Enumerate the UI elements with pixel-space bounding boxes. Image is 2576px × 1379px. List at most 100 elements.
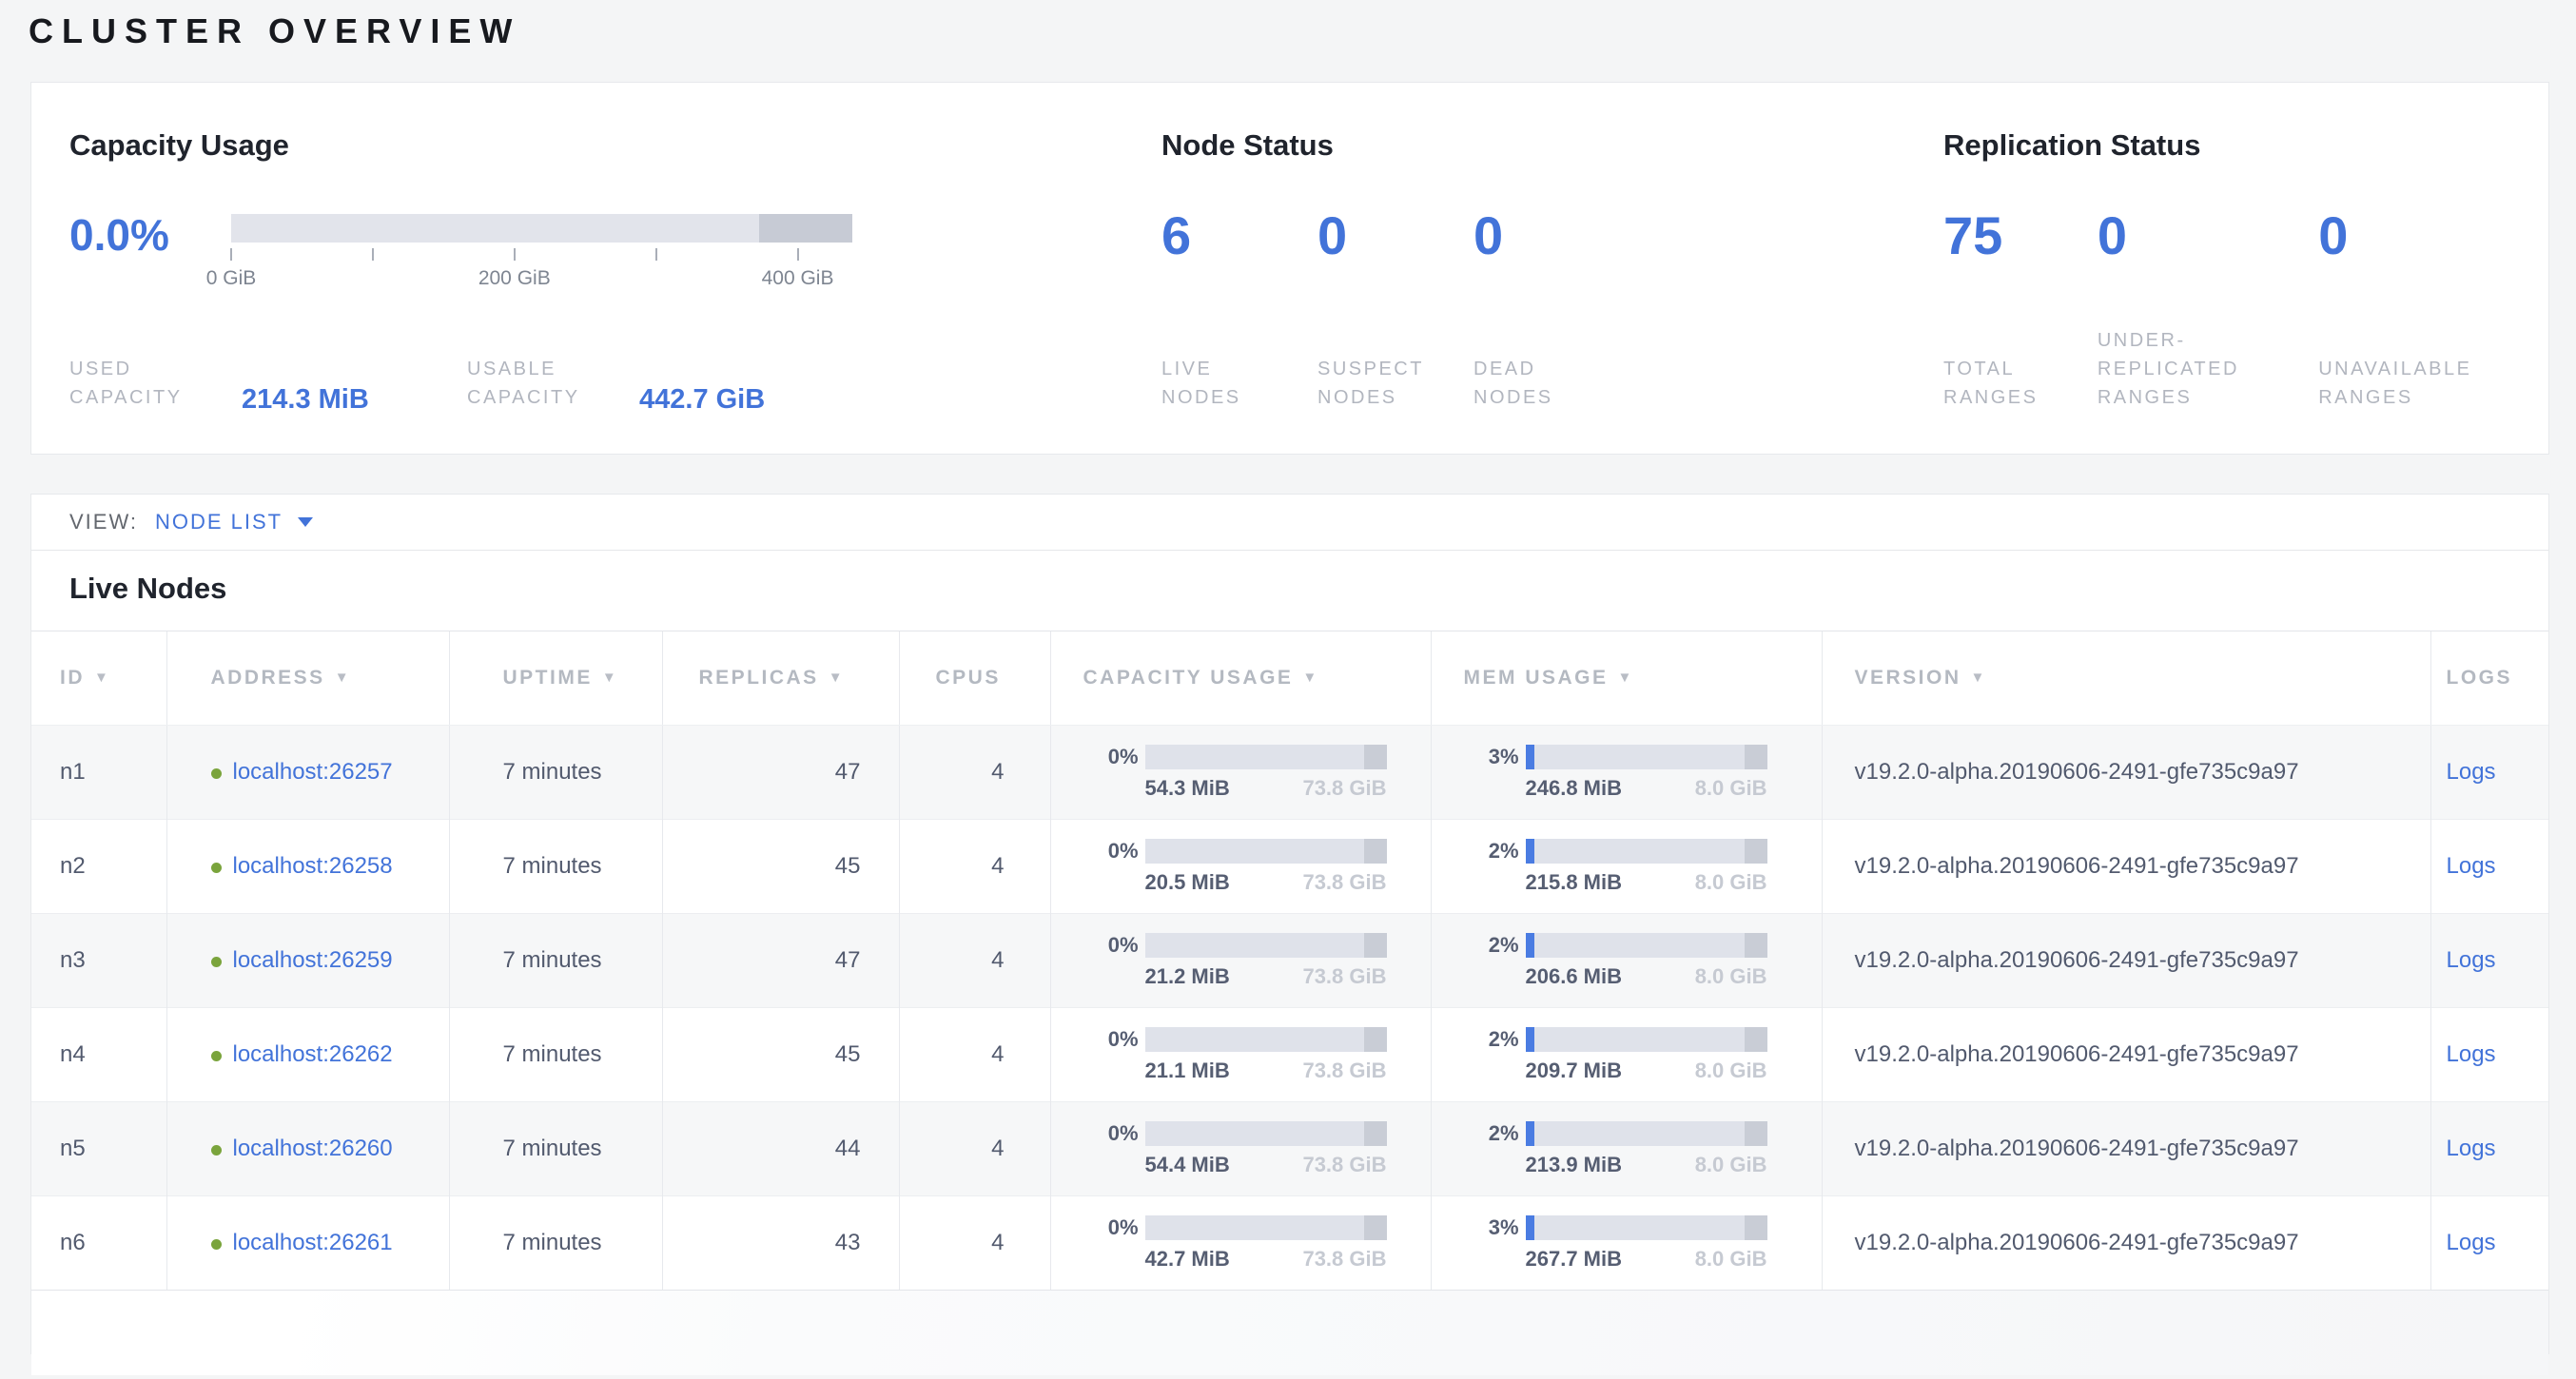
- column-header-replicas[interactable]: REPLICAS▼: [662, 631, 899, 726]
- usage-used-value: 42.7 MiB: [1145, 1247, 1230, 1272]
- summary-stat: 6 LIVE NODES: [1161, 165, 1317, 454]
- table-header-row: ID▼ ADDRESS▼ UPTIME▼ REPLICAS▼ CPUS CAPA…: [31, 631, 2548, 726]
- node-uptime: 7 minutes: [503, 1136, 602, 1161]
- usage-used-value: 267.7 MiB: [1526, 1247, 1623, 1272]
- column-header-label: LOGS: [2447, 667, 2513, 689]
- usage-percent: 3%: [1464, 1215, 1519, 1240]
- capacity-percent: 0.0%: [69, 210, 231, 305]
- usage-bar-dark-segment: [1364, 1215, 1387, 1240]
- capacity-bar: [231, 214, 852, 243]
- node-version: v19.2.0-alpha.20190606-2491-gfe735c9a97: [1855, 759, 2299, 785]
- node-uptime: 7 minutes: [503, 759, 602, 785]
- column-header-id[interactable]: ID▼: [31, 631, 166, 726]
- usage-total-value: 8.0 GiB: [1695, 870, 1767, 895]
- column-header-uptime[interactable]: UPTIME▼: [449, 631, 662, 726]
- column-header-version[interactable]: VERSION▼: [1822, 631, 2430, 726]
- usage-bar-fill: [1526, 933, 1534, 958]
- node-address-link[interactable]: localhost:26261: [233, 1230, 393, 1255]
- usage-used-value: 21.2 MiB: [1145, 964, 1230, 989]
- stat-label: SUSPECT NODES: [1317, 355, 1446, 454]
- usage-used-value: 54.3 MiB: [1145, 776, 1230, 801]
- usage-meter: 0% 54.4 MiB 73.8 GiB: [1083, 1121, 1430, 1177]
- usage-percent: 2%: [1464, 933, 1519, 958]
- usage-used-value: 213.9 MiB: [1526, 1153, 1623, 1177]
- node-uptime: 7 minutes: [503, 1041, 602, 1067]
- usage-bar-fill: [1526, 1121, 1534, 1146]
- node-version: v19.2.0-alpha.20190606-2491-gfe735c9a97: [1855, 1136, 2299, 1161]
- logs-link[interactable]: Logs: [2447, 1041, 2496, 1067]
- logs-link[interactable]: Logs: [2447, 853, 2496, 879]
- usage-meter: 0% 20.5 MiB 73.8 GiB: [1083, 839, 1430, 895]
- logs-link[interactable]: Logs: [2447, 1136, 2496, 1161]
- node-address-link[interactable]: localhost:26260: [233, 1136, 393, 1161]
- column-header-address[interactable]: ADDRESS▼: [166, 631, 449, 726]
- usage-bar: [1145, 839, 1387, 864]
- mem-usage-cell: 2% 215.8 MiB 8.0 GiB: [1431, 820, 1822, 914]
- node-uptime: 7 minutes: [503, 1230, 602, 1255]
- usage-meter: 2% 209.7 MiB 8.0 GiB: [1464, 1027, 1821, 1083]
- node-cpus: 4: [991, 947, 1004, 973]
- column-header-cpus: CPUS: [899, 631, 1050, 726]
- node-address-link[interactable]: localhost:26257: [233, 759, 393, 785]
- usage-used-value: 20.5 MiB: [1145, 870, 1230, 895]
- usage-meter: 2% 215.8 MiB 8.0 GiB: [1464, 839, 1821, 895]
- axis-tick-label: 200 GiB: [478, 267, 551, 290]
- view-bar: VIEW: NODE LIST: [31, 495, 2548, 551]
- column-header-logs: LOGS: [2430, 631, 2548, 726]
- used-capacity-stat: USED CAPACITY 214.3 MiB: [69, 355, 467, 412]
- usage-total-value: 8.0 GiB: [1695, 964, 1767, 989]
- node-replicas: 47: [835, 759, 861, 785]
- logs-link[interactable]: Logs: [2447, 947, 2496, 973]
- column-header-label: CAPACITY USAGE: [1083, 667, 1294, 689]
- usage-bar-dark-segment: [1745, 1027, 1767, 1052]
- stat-label: UNAVAILABLE RANGES: [2318, 355, 2533, 454]
- logs-link[interactable]: Logs: [2447, 759, 2496, 785]
- usage-percent: 0%: [1083, 1027, 1139, 1052]
- stat-value: 0: [2318, 206, 2533, 265]
- node-uptime: 7 minutes: [503, 947, 602, 973]
- live-nodes-table: ID▼ ADDRESS▼ UPTIME▼ REPLICAS▼ CPUS CAPA…: [31, 631, 2548, 1291]
- node-address-link[interactable]: localhost:26258: [233, 853, 393, 879]
- capacity-usage-cell: 0% 54.4 MiB 73.8 GiB: [1050, 1102, 1431, 1196]
- node-live-status-dot: [211, 957, 222, 967]
- capacity-bar-dark-segment: [759, 214, 852, 243]
- axis-tick: [797, 248, 799, 261]
- usable-capacity-value: 442.7 GiB: [639, 384, 765, 416]
- stat-value: 0: [1317, 206, 1473, 265]
- usage-bar-dark-segment: [1364, 839, 1387, 864]
- sort-descending-icon: ▼: [1302, 670, 1318, 686]
- logs-link[interactable]: Logs: [2447, 1230, 2496, 1255]
- usage-bar-fill: [1526, 745, 1534, 769]
- usage-meter: 0% 42.7 MiB 73.8 GiB: [1083, 1215, 1430, 1272]
- stat-value: 0: [2098, 206, 2318, 265]
- node-id: n3: [60, 947, 86, 973]
- usage-total-value: 8.0 GiB: [1695, 776, 1767, 801]
- node-live-status-dot: [211, 1239, 222, 1250]
- capacity-usage-cell: 0% 54.3 MiB 73.8 GiB: [1050, 726, 1431, 820]
- node-address-link[interactable]: localhost:26262: [233, 1041, 393, 1067]
- node-cpus: 4: [991, 759, 1004, 785]
- column-header-mem[interactable]: MEM USAGE▼: [1431, 631, 1822, 726]
- node-replicas: 45: [835, 853, 861, 879]
- usage-bar: [1526, 1027, 1767, 1052]
- column-header-label: UPTIME: [503, 667, 593, 689]
- replication-status-stats: 75 TOTAL RANGES 0 UNDER-REPLICATED RANGE…: [1943, 165, 2533, 454]
- column-header-capacity[interactable]: CAPACITY USAGE ▼: [1050, 631, 1431, 726]
- node-cpus: 4: [991, 853, 1004, 879]
- axis-tick-label: 400 GiB: [762, 267, 834, 290]
- stat-label: UNDER-REPLICATED RANGES: [2098, 326, 2269, 454]
- summary-stat: 0 UNAVAILABLE RANGES: [2318, 165, 2533, 454]
- node-list-dropdown[interactable]: NODE LIST: [155, 510, 313, 534]
- usage-bar-dark-segment: [1745, 1121, 1767, 1146]
- card-footer: [31, 1291, 2548, 1375]
- usage-percent: 3%: [1464, 745, 1519, 769]
- mem-usage-cell: 2% 213.9 MiB 8.0 GiB: [1431, 1102, 1822, 1196]
- stat-label: LIVE NODES: [1161, 355, 1290, 454]
- node-replicas: 43: [835, 1230, 861, 1255]
- node-address-link[interactable]: localhost:26259: [233, 947, 393, 973]
- usage-total-value: 73.8 GiB: [1302, 870, 1386, 895]
- summary-stat: 0 DEAD NODES: [1473, 165, 1630, 454]
- axis-tick: [655, 248, 657, 261]
- mem-usage-cell: 2% 209.7 MiB 8.0 GiB: [1431, 1008, 1822, 1102]
- usage-percent: 2%: [1464, 839, 1519, 864]
